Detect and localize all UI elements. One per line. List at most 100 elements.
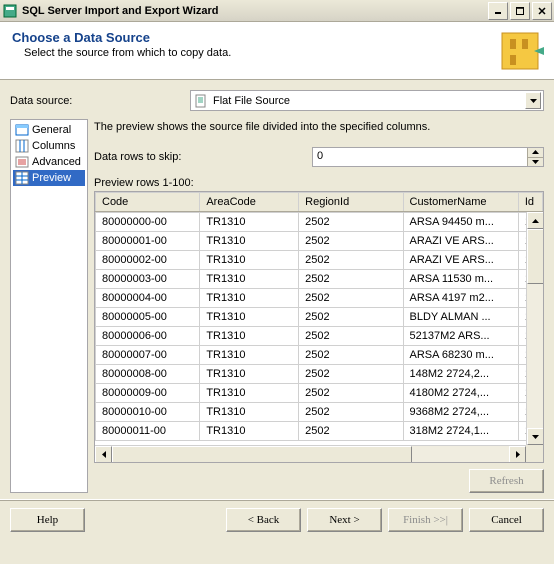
sidebar-icon <box>15 155 29 169</box>
hscroll-thumb[interactable] <box>112 446 412 463</box>
sidebar-item-preview[interactable]: Preview <box>13 170 85 186</box>
scroll-down-icon[interactable] <box>527 428 544 445</box>
table-cell: 2502 <box>299 346 403 365</box>
vertical-scrollbar[interactable] <box>526 212 543 445</box>
table-cell: 148M2 2724,2... <box>403 365 518 384</box>
title-bar: SQL Server Import and Export Wizard <box>0 0 554 22</box>
help-button[interactable]: Help <box>10 508 85 532</box>
table-row[interactable]: 80000001-00TR13102502ARAZI VE ARS...1 <box>96 232 543 251</box>
table-cell: 2502 <box>299 403 403 422</box>
wizard-footer: Help < Back Next > Finish >>| Cancel <box>0 499 554 540</box>
skip-label: Data rows to skip: <box>94 151 312 163</box>
datasource-value: Flat File Source <box>213 95 525 107</box>
table-cell: 80000002-00 <box>96 251 200 270</box>
skip-value[interactable]: 0 <box>313 148 527 166</box>
sidebar-icon <box>15 123 29 137</box>
table-row[interactable]: 80000010-00TR131025029368M2 2724,...1 <box>96 403 543 422</box>
table-cell: ARSA 4197 m2... <box>403 289 518 308</box>
table-cell: 80000006-00 <box>96 327 200 346</box>
table-cell: 2502 <box>299 422 403 441</box>
table-cell: 80000009-00 <box>96 384 200 403</box>
table-cell: 80000008-00 <box>96 365 200 384</box>
column-header[interactable]: Code <box>96 193 200 212</box>
page-title: Choose a Data Source <box>12 30 231 45</box>
column-header[interactable]: AreaCode <box>200 193 299 212</box>
column-header[interactable]: Id <box>518 193 542 212</box>
table-row[interactable]: 80000002-00TR13102502ARAZI VE ARS...1 <box>96 251 543 270</box>
sidebar-item-columns[interactable]: Columns <box>13 138 85 154</box>
table-row[interactable]: 80000007-00TR13102502ARSA 68230 m...1 <box>96 346 543 365</box>
table-row[interactable]: 80000004-00TR13102502ARSA 4197 m2...1 <box>96 289 543 308</box>
spinner-down[interactable] <box>527 158 543 167</box>
spinner-up[interactable] <box>527 148 543 158</box>
table-row[interactable]: 80000006-00TR1310250252137M2 ARS...1 <box>96 327 543 346</box>
scroll-thumb[interactable] <box>527 229 544 284</box>
table-cell: TR1310 <box>200 403 299 422</box>
next-button[interactable]: Next > <box>307 508 382 532</box>
table-row[interactable]: 80000003-00TR13102502ARSA 11530 m...1 <box>96 270 543 289</box>
table-cell: TR1310 <box>200 308 299 327</box>
table-cell: 2502 <box>299 270 403 289</box>
table-cell: TR1310 <box>200 289 299 308</box>
table-cell: TR1310 <box>200 270 299 289</box>
wizard-icon <box>496 27 544 75</box>
cancel-button[interactable]: Cancel <box>469 508 544 532</box>
sidebar-icon <box>15 171 29 185</box>
table-cell: ARAZI VE ARS... <box>403 251 518 270</box>
skip-spinner[interactable]: 0 <box>312 147 544 167</box>
table-cell: 9368M2 2724,... <box>403 403 518 422</box>
app-icon <box>2 3 18 19</box>
finish-button[interactable]: Finish >>| <box>388 508 463 532</box>
table-cell: BLDY ALMAN ... <box>403 308 518 327</box>
scroll-corner <box>526 445 543 462</box>
column-header[interactable]: CustomerName <box>403 193 518 212</box>
table-row[interactable]: 80000005-00TR13102502BLDY ALMAN ...1 <box>96 308 543 327</box>
table-cell: 4180M2 2724,... <box>403 384 518 403</box>
table-cell: TR1310 <box>200 422 299 441</box>
datasource-combo[interactable]: Flat File Source <box>190 90 544 111</box>
back-button[interactable]: < Back <box>226 508 301 532</box>
preview-grid[interactable]: CodeAreaCodeRegionIdCustomerNameId 80000… <box>94 191 544 463</box>
table-cell: 80000007-00 <box>96 346 200 365</box>
table-cell: 80000001-00 <box>96 232 200 251</box>
table-cell: TR1310 <box>200 327 299 346</box>
wizard-header: Choose a Data Source Select the source f… <box>0 22 554 80</box>
scroll-right-icon[interactable] <box>509 446 526 463</box>
table-row[interactable]: 80000000-00TR13102502ARSA 94450 m...1 <box>96 213 543 232</box>
sidebar-item-label: Advanced <box>32 156 81 168</box>
table-row[interactable]: 80000009-00TR131025024180M2 2724,...1 <box>96 384 543 403</box>
sidebar-item-advanced[interactable]: Advanced <box>13 154 85 170</box>
chevron-down-icon[interactable] <box>525 92 541 109</box>
table-cell: TR1310 <box>200 213 299 232</box>
horizontal-scrollbar[interactable] <box>95 445 526 462</box>
table-cell: 80000010-00 <box>96 403 200 422</box>
page-subtitle: Select the source from which to copy dat… <box>12 47 231 59</box>
table-cell: 80000011-00 <box>96 422 200 441</box>
table-cell: ARSA 11530 m... <box>403 270 518 289</box>
sidebar-item-label: Preview <box>32 172 71 184</box>
close-button[interactable] <box>532 2 552 20</box>
flatfile-icon <box>193 93 209 109</box>
table-cell: TR1310 <box>200 365 299 384</box>
table-row[interactable]: 80000008-00TR13102502148M2 2724,2...1 <box>96 365 543 384</box>
table-row[interactable]: 80000011-00TR13102502318M2 2724,1...1 <box>96 422 543 441</box>
sidebar-item-label: General <box>32 124 71 136</box>
maximize-button[interactable] <box>510 2 530 20</box>
column-header[interactable]: RegionId <box>299 193 403 212</box>
minimize-button[interactable] <box>488 2 508 20</box>
table-cell: 80000005-00 <box>96 308 200 327</box>
datasource-label: Data source: <box>10 95 190 107</box>
scroll-up-icon[interactable] <box>527 212 544 229</box>
table-cell: 80000003-00 <box>96 270 200 289</box>
preview-label: Preview rows 1-100: <box>94 177 544 189</box>
sidebar-item-general[interactable]: General <box>13 122 85 138</box>
table-cell: 2502 <box>299 365 403 384</box>
table-cell: 2502 <box>299 384 403 403</box>
table-cell: 2502 <box>299 327 403 346</box>
table-cell: 52137M2 ARS... <box>403 327 518 346</box>
refresh-button[interactable]: Refresh <box>469 469 544 493</box>
window-title: SQL Server Import and Export Wizard <box>22 5 488 17</box>
scroll-left-icon[interactable] <box>95 446 112 463</box>
table-cell: 2502 <box>299 251 403 270</box>
table-cell: 2502 <box>299 308 403 327</box>
